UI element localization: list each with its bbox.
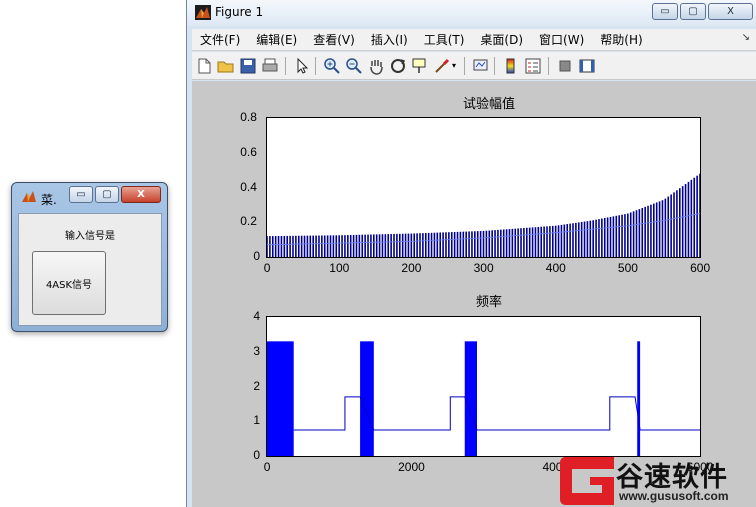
figure-toolbar: ▾ <box>192 52 756 80</box>
axes2-ytick-label: 0 <box>253 448 261 462</box>
toolbar-separator <box>494 57 495 75</box>
menu-edit[interactable]: 编辑(E) <box>248 31 305 48</box>
figure-canvas: 试验幅值 0 100 200 300 400 500 600 0 0.2 0.4 0.6 0.8 频率… <box>192 81 756 507</box>
signal-prompt: 输入信号是 <box>65 231 115 242</box>
menu-bar: 文件(F) 编辑(E) 查看(V) 插入(I) 工具(T) 桌面(D) 窗口(W… <box>192 29 756 51</box>
menu-help[interactable]: 帮助(H) <box>592 31 650 48</box>
frequency-line <box>267 341 700 456</box>
menu-desktop[interactable]: 桌面(D) <box>472 31 531 48</box>
axes1-ytick-label: 0.2 <box>240 214 257 229</box>
axes1-ytick-label: 0.8 <box>240 110 257 124</box>
close-button[interactable]: X <box>121 186 161 203</box>
matlab-icon <box>22 191 36 202</box>
menu-window-title: 菜. <box>41 193 57 207</box>
figure-window: Figure 1 ▭ ▢ X 文件(F) 编辑(E) 查看(V) 插入(I) 工… <box>186 0 756 507</box>
toolbar-separator <box>315 57 316 75</box>
menu-window-client: 输入信号是 4ASK信号 <box>18 213 162 326</box>
axes2-ytick-label: 4 <box>253 309 261 323</box>
new-file-icon[interactable] <box>195 57 213 75</box>
axes2-ytick-label: 2 <box>253 378 261 393</box>
arrow-pointer-icon[interactable] <box>293 57 311 75</box>
brush-icon[interactable] <box>433 57 451 75</box>
amplitude-bars <box>267 173 700 257</box>
save-icon[interactable] <box>239 57 257 75</box>
menu-window[interactable]: 窗口(W) <box>531 31 592 48</box>
axes1-xtick-label: 500 <box>617 261 638 275</box>
menu-view[interactable]: 查看(V) <box>305 31 363 48</box>
pan-hand-icon[interactable] <box>367 57 385 75</box>
menu-window-titlebar[interactable]: 菜. ▭ ▢ X <box>12 183 167 209</box>
axes1-xtick-label: 600 <box>690 261 711 275</box>
gusu-logo-icon <box>560 457 614 505</box>
axes2-ytick-label: 1 <box>253 413 261 428</box>
frequency-block <box>637 341 641 456</box>
axes1-xtick-label: 0 <box>263 261 271 275</box>
axes1-plot-area[interactable] <box>266 117 701 258</box>
axes2-xtick-label: 0 <box>263 460 271 474</box>
4ask-signal-button[interactable]: 4ASK信号 <box>32 251 106 315</box>
matlab-icon <box>195 5 211 20</box>
frequency-block <box>360 341 374 456</box>
menu-window: 菜. ▭ ▢ X 输入信号是 4ASK信号 <box>11 182 168 332</box>
axes2-plot-area[interactable] <box>266 316 701 457</box>
frequency-block <box>464 341 478 456</box>
dock-arrow-icon[interactable]: ↘ <box>742 32 750 43</box>
toolbar-separator <box>464 57 465 75</box>
axes1-ytick-label: 0.6 <box>240 144 257 159</box>
menu-file[interactable]: 文件(F) <box>192 31 248 48</box>
colorbar-icon[interactable] <box>502 57 520 75</box>
axes1-xtick-label: 100 <box>329 261 350 275</box>
maximize-button[interactable]: ▢ <box>95 186 119 203</box>
print-icon[interactable] <box>261 57 279 75</box>
axes1-ytick-label: 0.4 <box>240 179 257 194</box>
menu-insert[interactable]: 插入(I) <box>363 31 416 48</box>
axes1-ytick-label: 0 <box>253 249 261 263</box>
toolbar-separator <box>548 57 549 75</box>
axes1-xtick-label: 200 <box>401 261 422 275</box>
watermark: 谷速软件 www.gususoft.com <box>556 455 756 507</box>
zoom-out-icon[interactable] <box>345 57 363 75</box>
axes1-xtick-label: 400 <box>545 261 566 275</box>
figure-titlebar[interactable]: Figure 1 ▭ ▢ X <box>187 0 756 26</box>
legend-icon[interactable] <box>524 57 542 75</box>
hide-plot-tools-icon[interactable] <box>556 57 574 75</box>
brush-dropdown-icon[interactable]: ▾ <box>452 57 470 75</box>
axes2-ytick-label: 3 <box>253 343 261 358</box>
axes1-xtick-label: 300 <box>473 261 494 275</box>
open-folder-icon[interactable] <box>217 57 235 75</box>
link-plot-icon[interactable] <box>472 57 490 75</box>
data-cursor-icon[interactable] <box>411 57 429 75</box>
watermark-url: www.gususoft.com <box>619 489 729 503</box>
close-button[interactable]: X <box>708 3 753 20</box>
maximize-button[interactable]: ▢ <box>680 3 706 20</box>
rotate-3d-icon[interactable] <box>389 57 407 75</box>
menu-tools[interactable]: 工具(T) <box>416 31 473 48</box>
frequency-block <box>267 341 294 456</box>
show-plot-tools-icon[interactable] <box>578 57 596 75</box>
minimize-button[interactable]: ▭ <box>652 3 678 20</box>
axes2-title: 频率 <box>475 295 502 310</box>
zoom-in-icon[interactable] <box>323 57 341 75</box>
minimize-button[interactable]: ▭ <box>69 186 93 203</box>
axes2-xtick-label: 2000 <box>398 460 425 474</box>
figure-title: Figure 1 <box>215 5 264 19</box>
axes1-title: 试验幅值 <box>462 97 515 112</box>
toolbar-separator <box>285 57 286 75</box>
